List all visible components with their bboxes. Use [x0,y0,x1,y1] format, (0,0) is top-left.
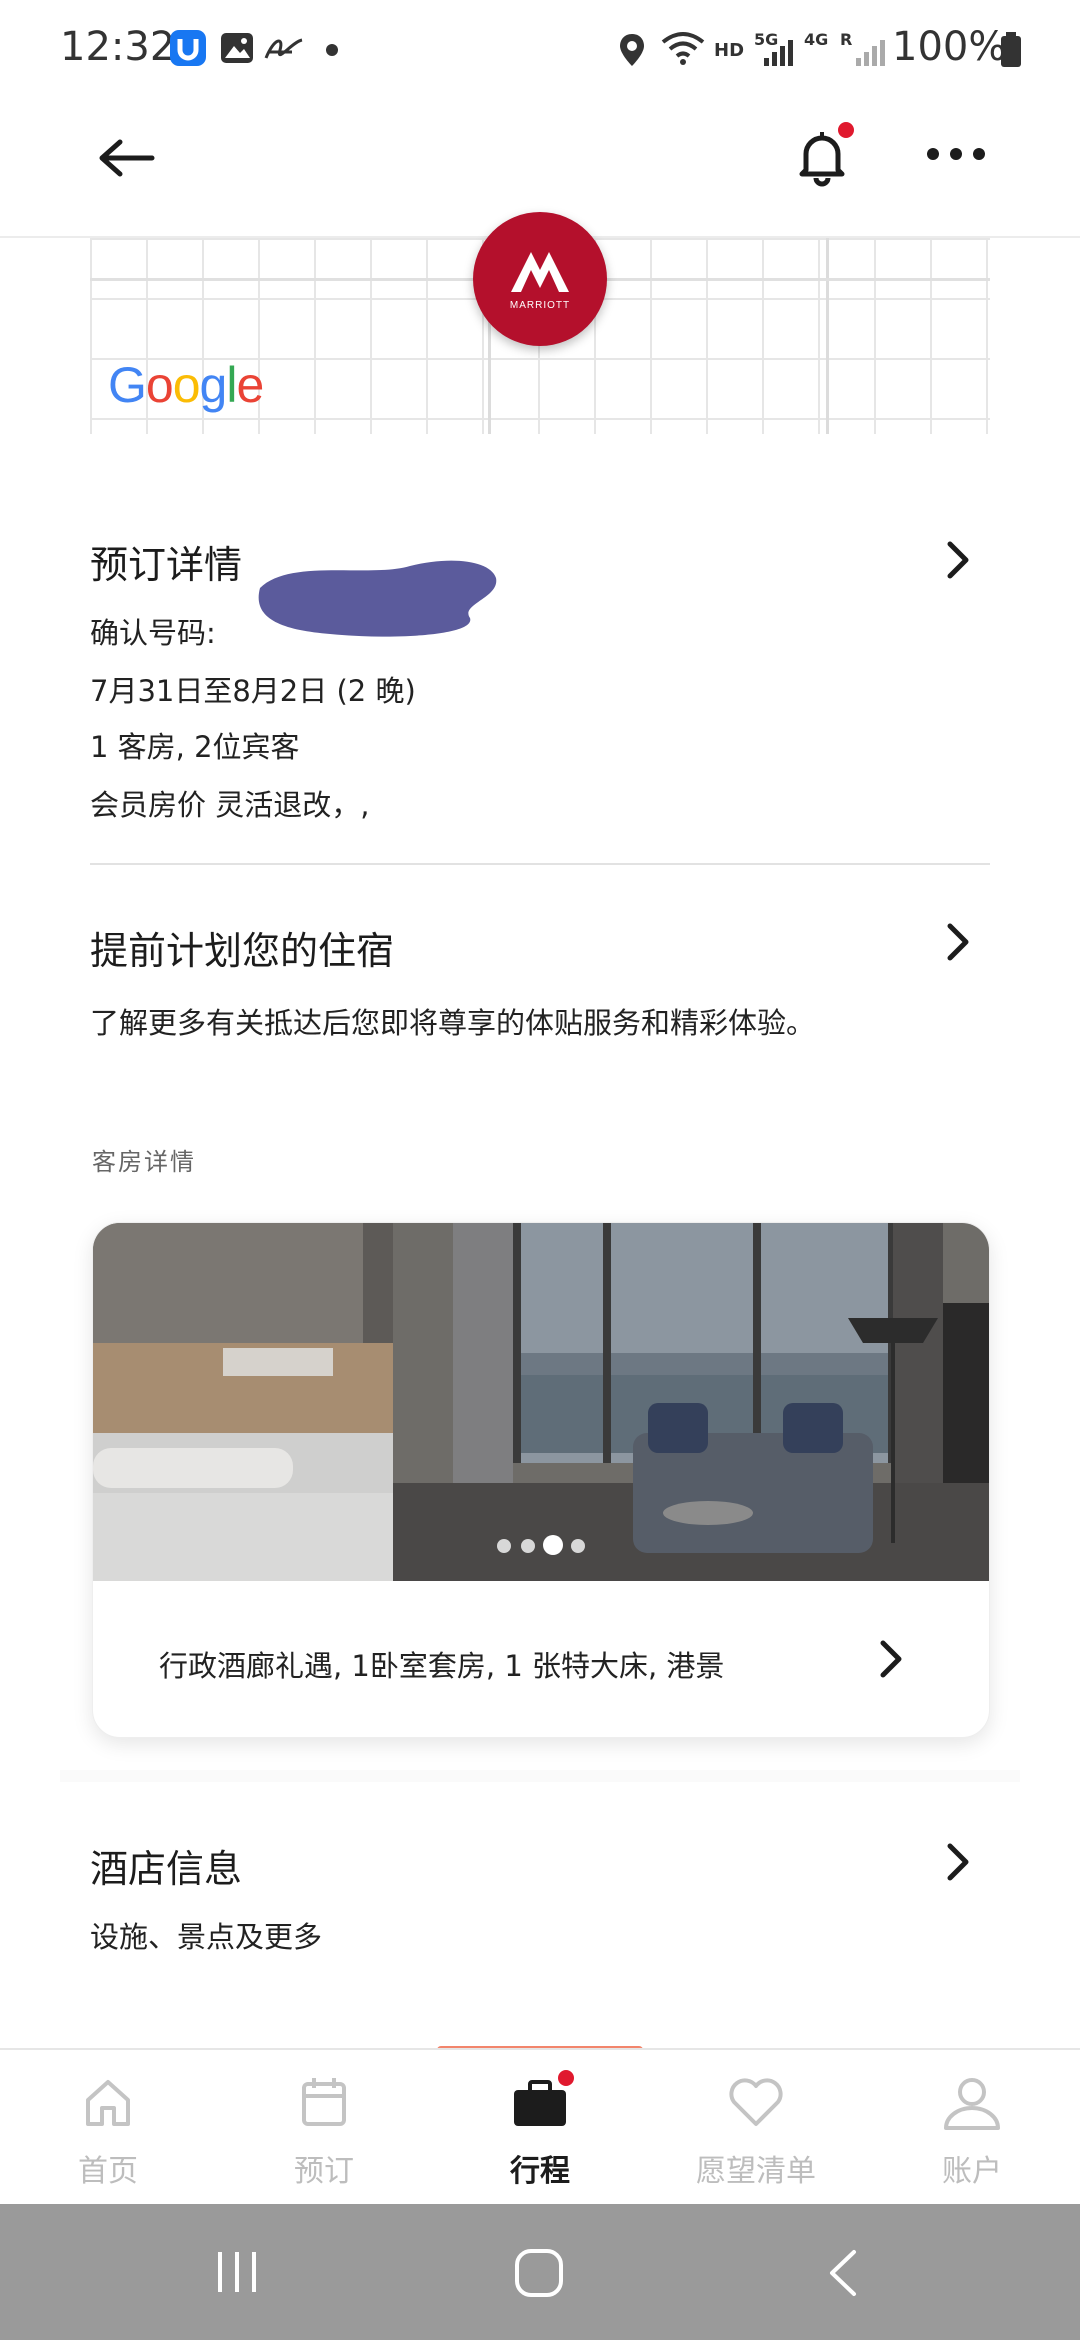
battery-percent: 100% [892,24,1007,70]
nav-label: 首页 [78,2154,138,2189]
notification-bell-icon[interactable] [794,128,850,192]
rate-description: 会员房价 灵活退改，, [90,788,370,822]
battery-icon [1000,32,1022,72]
briefcase-icon [514,2080,566,2126]
nav-account[interactable]: 账户 [864,2050,1080,2206]
nav-label: 愿望清单 [696,2154,816,2189]
system-navigation-bar [0,2204,1080,2340]
nav-label: 行程 [510,2154,570,2189]
notification-badge [838,122,854,138]
nav-trips[interactable]: 行程 [432,2050,648,2206]
room-details-label: 客房详情 [92,1148,196,1176]
room-name: 行政酒廊礼遇, 1卧室套房, 1 张特大床, 港景 [159,1649,725,1683]
chevron-right-icon[interactable] [940,1842,976,1881]
nav-wishlist[interactable]: 愿望清单 [648,2050,864,2206]
carousel-dot[interactable] [571,1539,585,1553]
person-icon [944,2078,1000,2130]
hotel-info-section[interactable]: 酒店信息 设施、景点及更多 [0,1820,1080,1990]
confirmation-label: 确认号码: [90,616,216,650]
marriott-logo-text: MARRIOTT [509,300,571,311]
room-card[interactable]: 行政酒廊礼遇, 1卧室套房, 1 张特大床, 港景 [92,1222,990,1738]
wifi-icon [660,30,706,72]
signal-icon-2 [852,36,888,72]
nav-label: 预订 [294,2154,354,2189]
heart-icon [729,2078,783,2126]
marriott-map-pin[interactable]: MARRIOTT [473,212,607,346]
home-icon [86,2080,130,2126]
more-notifications-dot [326,44,338,56]
uu-app-icon [170,30,206,66]
carousel-dot[interactable] [497,1539,511,1553]
hd-label: HD [714,40,745,61]
reservation-title: 预订详情 [90,543,243,587]
signal-icon-1 [760,36,796,72]
section-gap [60,1770,1020,1782]
status-bar: 12:32 HD 5G 4G R 100% [0,0,1080,100]
nav-book[interactable]: 预订 [216,2050,432,2206]
status-time: 12:32 [60,24,176,70]
home-button-icon[interactable] [514,2248,564,2298]
location-icon [618,32,646,72]
nav-label: 账户 [942,2154,1002,2189]
nav-home[interactable]: 首页 [0,2050,216,2206]
reservation-details-section[interactable]: 预订详情 确认号码: 7月31日至8月2日 (2 晚) 1 客房, 2位宾客 会… [0,520,1080,840]
room-photo[interactable] [93,1223,989,1581]
marriott-logo-icon [511,252,569,292]
plan-stay-description: 了解更多有关抵达后您即将尊享的体贴服务和精彩体验。 [90,1006,816,1040]
4g-label: 4G [804,30,829,49]
redaction-scribble [258,560,497,637]
trips-badge [558,2070,574,2086]
hotel-info-description: 设施、景点及更多 [90,1920,323,1954]
room-guest-count: 1 客房, 2位宾客 [90,730,300,764]
chevron-right-icon[interactable] [940,540,976,579]
gallery-icon [220,32,254,68]
roaming-label: R [840,30,853,49]
back-button-icon[interactable] [826,2248,858,2298]
plan-stay-section[interactable]: 提前计划您的住宿 了解更多有关抵达后您即将尊享的体贴服务和精彩体验。 [0,900,1080,1060]
bottom-navigation: 首页 预订 行程 愿望清单 账户 [0,2048,1080,2206]
calendar-icon [302,2078,346,2126]
google-attribution: Google [108,357,264,413]
carousel-dot[interactable] [521,1539,535,1553]
hotel-info-title: 酒店信息 [90,1847,243,1891]
chevron-right-icon[interactable] [873,1639,909,1678]
chevron-right-icon[interactable] [940,922,976,961]
recent-apps-icon[interactable] [214,2250,260,2294]
more-options-icon[interactable] [926,146,986,165]
plan-stay-title: 提前计划您的住宿 [90,929,395,973]
scribble-app-icon [262,32,306,70]
section-divider [90,863,990,865]
carousel-dot-active[interactable] [543,1535,563,1555]
back-arrow-icon[interactable] [96,136,156,184]
stay-dates: 7月31日至8月2日 (2 晚) [90,674,416,708]
